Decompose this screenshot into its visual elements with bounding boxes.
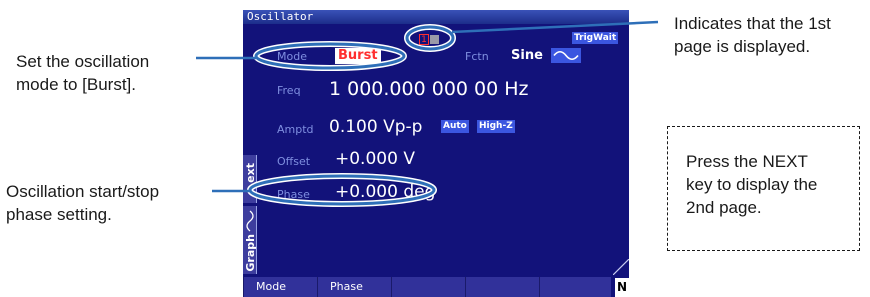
mode-highlight-oval [254, 42, 406, 70]
annotation-overlay [196, 20, 659, 207]
phase-highlight-oval [248, 174, 436, 206]
page-leader-line [451, 20, 659, 34]
page-highlight-oval [405, 25, 455, 51]
